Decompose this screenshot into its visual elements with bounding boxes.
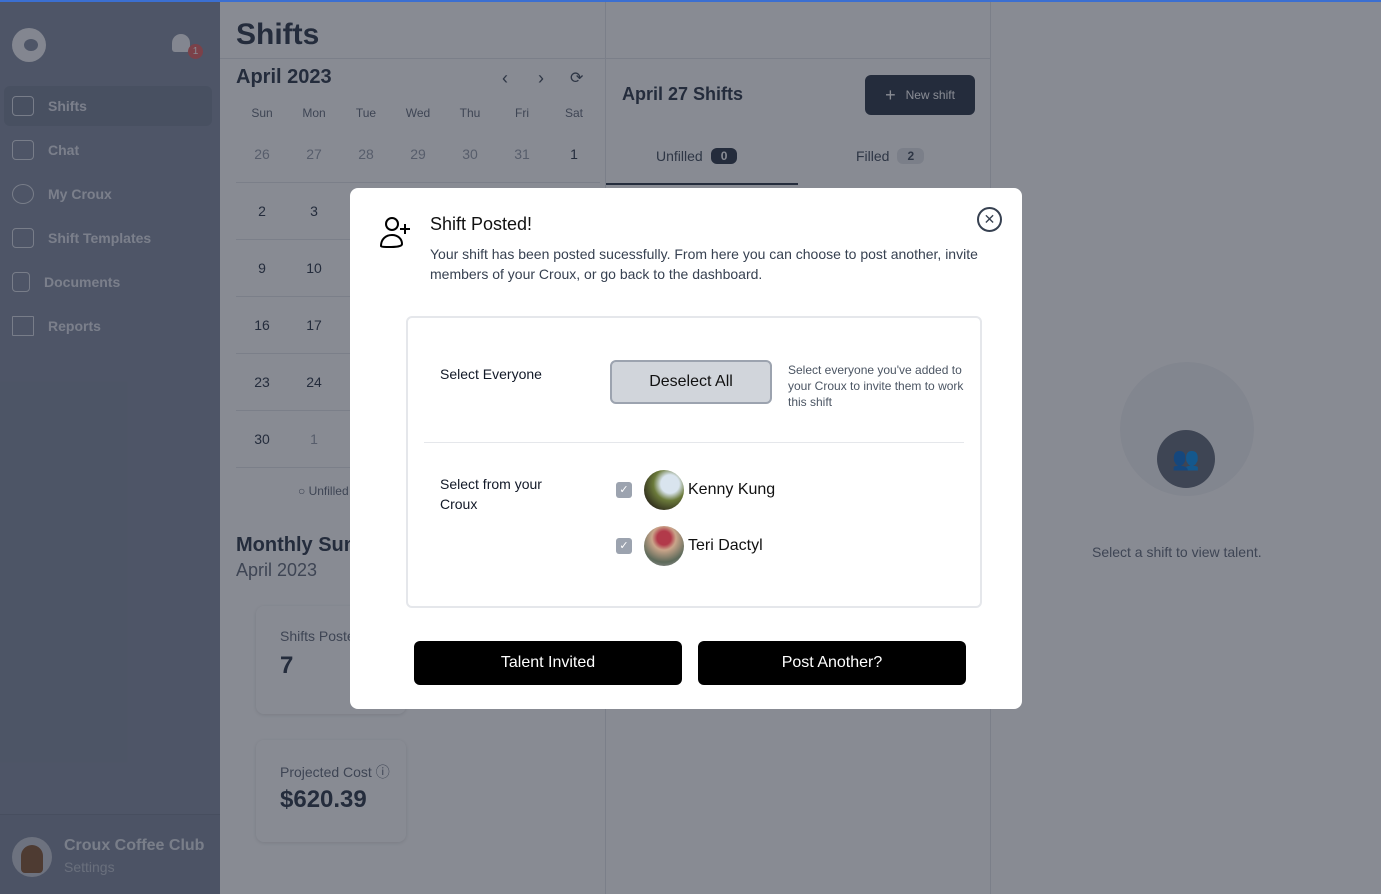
avatar — [644, 470, 684, 510]
modal-description: Your shift has been posted sucessfully. … — [430, 246, 978, 282]
invite-box: Select Everyone Deselect All Select ever… — [406, 316, 982, 608]
deselect-all-button[interactable]: Deselect All — [610, 360, 772, 404]
select-everyone-label: Select Everyone — [440, 366, 542, 382]
member-row[interactable]: ✓ Kenny Kung — [616, 470, 775, 510]
close-icon[interactable]: ✕ — [977, 207, 1002, 232]
member-checkbox[interactable]: ✓ — [616, 538, 632, 554]
avatar — [644, 526, 684, 566]
select-from-label: Select from your Croux — [440, 476, 542, 512]
member-checkbox[interactable]: ✓ — [616, 482, 632, 498]
member-name: Teri Dactyl — [688, 537, 763, 554]
user-plus-icon — [379, 217, 410, 249]
member-row[interactable]: ✓ Teri Dactyl — [616, 526, 763, 566]
select-hint: Select everyone you've added to your Cro… — [788, 363, 964, 409]
member-name: Kenny Kung — [688, 481, 776, 498]
modal-title: Shift Posted! — [430, 214, 533, 234]
talent-invited-button[interactable]: Talent Invited — [414, 641, 682, 685]
shift-posted-modal: Shift Posted! Your shift has been posted… — [350, 188, 1022, 709]
post-another-button[interactable]: Post Another? — [698, 641, 966, 685]
